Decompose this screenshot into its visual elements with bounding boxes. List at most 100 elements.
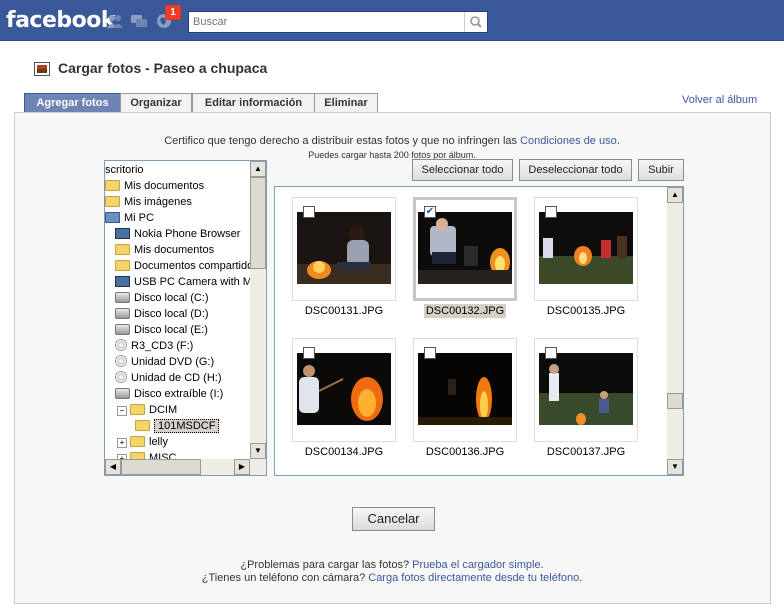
photo-checkbox[interactable] — [303, 347, 315, 359]
search-box[interactable] — [188, 11, 488, 33]
mobile-upload-text: ¿Tienes un teléfono con cámara? — [201, 572, 369, 584]
collapse-icon[interactable]: − — [117, 406, 127, 416]
photo-gallery[interactable]: DSC00131.JPG ✔ DSC00132.JPG DSC00135.JPG DSC… — [274, 186, 684, 476]
photo-checkbox[interactable] — [424, 347, 436, 359]
tree-item-label: USB PC Camera with Mic — [134, 276, 260, 288]
deselect-all-button[interactable]: Deseleccionar todo — [519, 159, 632, 181]
search-button[interactable] — [464, 12, 487, 32]
folder-icon — [130, 436, 145, 447]
facebook-logo[interactable]: facebook — [6, 8, 116, 33]
tree-item[interactable]: Nokia Phone Browser — [115, 226, 240, 242]
mobile-upload-help: ¿Tienes un teléfono con cámara? Carga fo… — [0, 572, 784, 584]
tree-horizontal-scrollbar[interactable]: ◀ ▶ — [105, 459, 250, 475]
folder-icon — [115, 244, 130, 255]
select-all-button[interactable]: Seleccionar todo — [412, 159, 513, 181]
tree-item-label: R3_CD3 (F:) — [131, 340, 194, 352]
tree-item-label: Documentos compartidos — [134, 260, 259, 272]
upload-button[interactable]: Subir — [638, 159, 684, 181]
tree-item[interactable]: 101MSDCF — [135, 418, 220, 434]
tab-add-photos[interactable]: Agregar fotos — [24, 93, 121, 112]
tree-item-label: 101MSDCF — [154, 419, 220, 433]
camera-icon — [115, 276, 130, 287]
tree-item[interactable]: Unidad de CD (H:) — [115, 370, 221, 386]
photo-filename[interactable]: DSC00137.JPG — [526, 446, 646, 458]
photo-thumbnail[interactable]: ✔ — [413, 197, 517, 301]
search-icon — [470, 16, 482, 28]
simple-uploader-link[interactable]: Prueba el cargador simple — [412, 559, 540, 571]
photo-image — [539, 353, 633, 425]
scroll-right-arrow-icon[interactable]: ▶ — [234, 459, 250, 475]
tree-item[interactable]: Mis documentos — [115, 242, 214, 258]
photo-image — [418, 212, 512, 284]
tree-item[interactable]: Mis imágenes — [105, 194, 192, 210]
folder-tree[interactable]: scritorio Mis documentos Mis imágenes Mi PC… — [104, 160, 267, 476]
tree-item[interactable]: Documentos compartidos — [115, 258, 259, 274]
tree-item[interactable]: Disco local (E:) — [115, 322, 208, 338]
folder-icon — [105, 180, 120, 191]
photo-filename-text: DSC00136.JPG — [425, 446, 505, 458]
drive-icon — [115, 388, 130, 399]
tree-item-label: Mis imágenes — [124, 196, 192, 208]
cancel-button[interactable]: Cancelar — [352, 507, 435, 531]
tree-item[interactable]: − DCIM — [117, 402, 177, 418]
tab-organize[interactable]: Organizar — [120, 93, 192, 112]
tree-item[interactable]: Mis documentos — [105, 178, 204, 194]
photo-filename[interactable]: DSC00135.JPG — [526, 305, 646, 317]
photo-image — [297, 212, 391, 284]
rights-notice-text: Certifico que tengo derecho a distribuir… — [164, 135, 521, 147]
tree-vertical-scrollbar[interactable]: ▲ ▼ — [250, 161, 266, 459]
tree-item[interactable]: Mi PC — [105, 210, 154, 226]
tree-item[interactable]: Disco local (C:) — [115, 290, 209, 306]
tree-item[interactable]: Unidad DVD (G:) — [115, 354, 214, 370]
scroll-down-arrow-icon[interactable]: ▼ — [250, 443, 266, 459]
tree-item[interactable]: Disco extraíble (I:) — [115, 386, 223, 402]
notification-badge[interactable]: 1 — [165, 5, 181, 20]
photo-filename[interactable]: DSC00134.JPG — [284, 446, 404, 458]
tree-item[interactable]: Disco local (D:) — [115, 306, 209, 322]
scrollbar-corner — [250, 459, 266, 475]
rights-notice: Certifico que tengo derecho a distribuir… — [0, 135, 784, 147]
tab-edit-info[interactable]: Editar información — [192, 93, 315, 112]
photo-filename-text: DSC00134.JPG — [304, 446, 384, 458]
terms-of-use-link[interactable]: Condiciones de uso — [520, 135, 617, 147]
photo-checkbox[interactable] — [545, 206, 557, 218]
gallery-scroll-up-arrow-icon[interactable]: ▲ — [667, 187, 683, 203]
tree-hscroll-thumb[interactable] — [121, 459, 201, 475]
tree-item-label: Disco local (D:) — [134, 308, 209, 320]
mobile-upload-link[interactable]: Carga fotos directamente desde tu teléfo… — [368, 572, 579, 584]
tree-scroll-thumb[interactable] — [250, 177, 266, 269]
photo-thumbnail[interactable] — [413, 338, 517, 442]
scroll-up-arrow-icon[interactable]: ▲ — [250, 161, 266, 177]
photo-filename-text: DSC00137.JPG — [546, 446, 626, 458]
search-input[interactable] — [189, 12, 467, 32]
tree-item[interactable]: USB PC Camera with Mic — [115, 274, 260, 290]
photo-checkbox[interactable] — [303, 206, 315, 218]
photo-thumbnail[interactable] — [292, 338, 396, 442]
tree-item-label: Disco local (C:) — [134, 292, 209, 304]
tree-item-label: Disco local (E:) — [134, 324, 208, 336]
photo-image — [418, 353, 512, 425]
photo-filename[interactable]: DSC00131.JPG — [284, 305, 404, 317]
gallery-vertical-scrollbar[interactable]: ▲ ▼ — [667, 187, 683, 475]
photo-thumbnail[interactable] — [292, 197, 396, 301]
gallery-scroll-thumb[interactable] — [667, 393, 683, 409]
disc-icon — [115, 371, 127, 383]
photo-thumbnail[interactable] — [534, 338, 638, 442]
gallery-scroll-down-arrow-icon[interactable]: ▼ — [667, 459, 683, 475]
friend-requests-icon[interactable] — [106, 13, 124, 29]
photo-filename[interactable]: DSC00136.JPG — [405, 446, 525, 458]
tree-item[interactable]: + lelly — [117, 434, 168, 450]
photo-thumbnail[interactable] — [534, 197, 638, 301]
tab-delete[interactable]: Eliminar — [314, 93, 378, 112]
photo-checkbox[interactable] — [545, 347, 557, 359]
upload-help: ¿Problemas para cargar las fotos? Prueba… — [0, 559, 784, 571]
back-to-album-link[interactable]: Volver al álbum — [682, 94, 757, 106]
photo-checkbox-checked[interactable]: ✔ — [424, 206, 436, 218]
expand-icon[interactable]: + — [117, 438, 127, 448]
messages-icon[interactable] — [130, 13, 148, 29]
tree-item[interactable]: scritorio — [105, 162, 144, 178]
tree-item[interactable]: R3_CD3 (F:) — [115, 338, 193, 354]
photo-filename[interactable]: DSC00132.JPG — [405, 304, 525, 318]
scroll-left-arrow-icon[interactable]: ◀ — [105, 459, 121, 475]
tree-item-label: Mi PC — [124, 212, 154, 224]
